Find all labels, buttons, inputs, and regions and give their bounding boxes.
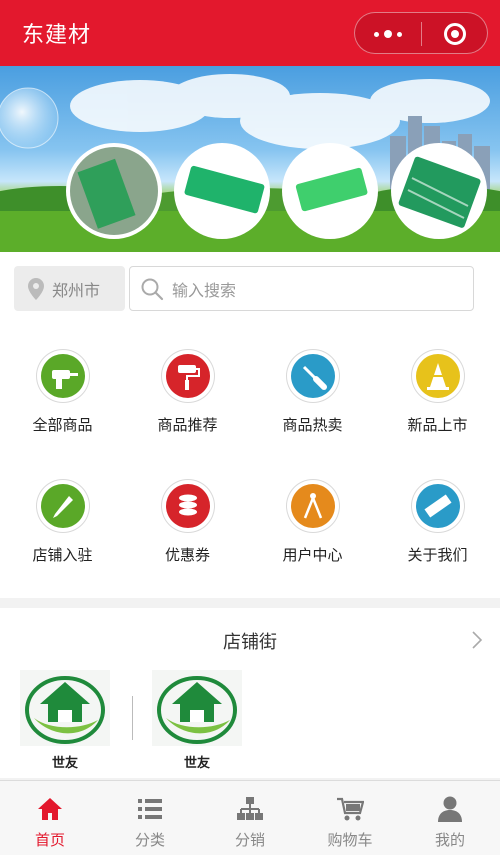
more-menu-icon[interactable] <box>369 24 407 44</box>
grid-item-hot-sale[interactable]: 商品热卖 <box>250 324 375 454</box>
shop-street-section: 店铺街 世友 世友 <box>0 608 500 778</box>
section-title: 店铺街 <box>223 632 277 653</box>
top-bar: 东建材 <box>0 0 500 66</box>
grid-item-label: 优惠券 <box>164 546 210 564</box>
grid-item-label: 商品热卖 <box>282 416 343 434</box>
org-chart-icon <box>237 797 263 820</box>
paint-roller-icon <box>166 354 210 398</box>
search-placeholder: 输入搜索 <box>172 280 237 300</box>
grid-item-label: 全部商品 <box>32 416 93 434</box>
tab-label: 分类 <box>134 831 165 849</box>
search-input[interactable]: 输入搜索 <box>129 266 474 311</box>
app-title: 东建材 <box>22 23 92 48</box>
ruler-icon <box>416 484 460 528</box>
grid-item-recommended[interactable]: 商品推荐 <box>125 324 250 454</box>
user-icon <box>438 796 462 822</box>
search-bar-row: 郑州市 输入搜索 <box>0 252 500 324</box>
pencil-icon <box>41 484 85 528</box>
store-name: 世友 <box>51 756 78 771</box>
compass-icon <box>291 484 335 528</box>
city-label: 郑州市 <box>52 280 101 300</box>
banner-image <box>0 74 500 252</box>
cart-icon <box>337 797 364 821</box>
tab-label: 购物车 <box>327 831 373 849</box>
grid-item-new-arrivals[interactable]: 新品上市 <box>375 324 500 454</box>
screwdriver-icon <box>291 354 335 398</box>
coins-icon <box>166 484 210 528</box>
tab-category[interactable]: 分类 <box>100 781 200 855</box>
grid-item-about-us[interactable]: 关于我们 <box>375 454 500 584</box>
store-divider <box>132 696 133 740</box>
tab-distribution[interactable]: 分销 <box>200 781 300 855</box>
tab-cart[interactable]: 购物车 <box>300 781 400 855</box>
capsule-divider <box>421 22 422 46</box>
tab-label: 我的 <box>434 831 465 849</box>
grid-item-label: 店铺入驻 <box>32 546 93 564</box>
home-icon <box>38 798 62 820</box>
city-selector[interactable]: 郑州市 <box>14 266 125 311</box>
category-grid: 全部商品 商品推荐 商品热卖 新品上市 店铺入驻 优惠券 用户中心 关于我们 <box>0 324 500 598</box>
grid-item-label: 关于我们 <box>407 546 468 564</box>
tab-home[interactable]: 首页 <box>0 781 100 855</box>
mini-program-capsule <box>354 12 488 54</box>
grid-item-store-join[interactable]: 店铺入驻 <box>0 454 125 584</box>
drill-icon <box>41 354 85 398</box>
grid-item-coupons[interactable]: 优惠券 <box>125 454 250 584</box>
bottom-tab-bar: 首页 分类 分销 购物车 我的 <box>0 780 500 855</box>
close-program-icon[interactable] <box>444 23 466 45</box>
list-icon <box>138 799 162 819</box>
grid-item-label: 商品推荐 <box>157 416 218 434</box>
tab-label: 分销 <box>234 831 265 849</box>
store-name: 世友 <box>183 756 210 771</box>
store-card[interactable]: 世友 <box>20 670 110 771</box>
grid-item-all-products[interactable]: 全部商品 <box>0 324 125 454</box>
store-logo-icon <box>20 670 110 746</box>
store-logo-icon <box>152 670 242 746</box>
store-card[interactable]: 世友 <box>152 670 242 771</box>
grid-item-user-center[interactable]: 用户中心 <box>250 454 375 584</box>
traffic-cone-icon <box>416 354 460 398</box>
tab-label: 首页 <box>34 831 65 849</box>
tab-mine[interactable]: 我的 <box>400 781 500 855</box>
search-icon <box>141 278 164 300</box>
grid-item-label: 新品上市 <box>407 416 468 434</box>
banner-carousel[interactable] <box>0 66 500 252</box>
grid-item-label: 用户中心 <box>282 546 343 564</box>
location-pin-icon <box>28 277 44 300</box>
chevron-right-icon[interactable] <box>470 630 484 650</box>
